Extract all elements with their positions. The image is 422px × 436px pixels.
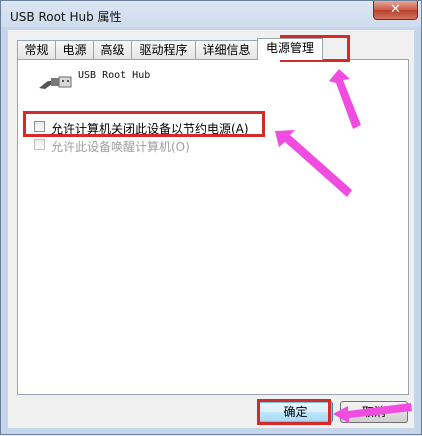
arrow-to-option-icon xyxy=(275,130,352,197)
annotation-arrows xyxy=(275,69,412,423)
arrow-to-ok-icon xyxy=(333,403,412,423)
arrow-to-tab-icon xyxy=(329,69,361,129)
properties-dialog: USB Root Hub 属性 ✕ 常规 电源 高级 驱动程序 详细信息 电源管… xyxy=(0,0,422,435)
tab-power-management[interactable]: 电源管理 xyxy=(257,38,323,60)
